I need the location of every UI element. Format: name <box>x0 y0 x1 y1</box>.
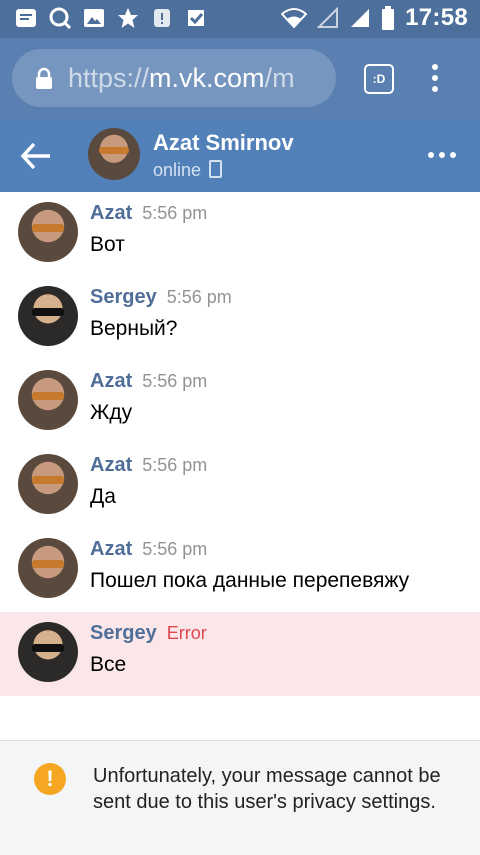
message-text: Вот <box>90 233 125 256</box>
address-bar[interactable]: https://m.vk.com/m <box>12 49 336 107</box>
avatar[interactable] <box>18 622 78 682</box>
author-name[interactable]: Azat <box>90 454 132 476</box>
avatar[interactable] <box>18 286 78 346</box>
system-icons: 17:58 <box>281 4 468 32</box>
star-icon <box>116 6 140 30</box>
message-text: Пошел пока данные перепевяжу <box>90 569 410 592</box>
message-item[interactable]: Azat 5:56 pm Пошел пока данные перепевяжу <box>0 528 480 612</box>
message-item[interactable]: Azat 5:56 pm Вот <box>0 192 480 276</box>
url-path: /m <box>264 62 295 93</box>
browser-menu-button[interactable] <box>430 64 440 94</box>
browser-toolbar: https://m.vk.com/m :D <box>0 38 480 120</box>
message-author: Azat 5:56 pm <box>90 370 207 393</box>
message-item-failed[interactable]: Sergey Error Все <box>0 612 480 696</box>
avatar[interactable] <box>18 454 78 514</box>
online-status-text: online <box>153 160 202 180</box>
status-bar: 17:58 <box>0 0 480 38</box>
chat-title[interactable]: Azat Smirnov <box>153 130 294 156</box>
message-text: Верный? <box>90 317 178 340</box>
message-item[interactable]: Sergey 5:56 pm Верный? <box>0 276 480 360</box>
message-time: 5:56 pm <box>166 287 232 307</box>
notice-text: Unfortunately, your message cannot be se… <box>93 765 441 813</box>
message-text: Да <box>90 485 116 508</box>
message-author: Azat 5:56 pm <box>90 454 207 477</box>
avatar[interactable] <box>18 538 78 598</box>
author-name[interactable]: Azat <box>90 538 132 560</box>
online-status: online <box>153 160 223 181</box>
message-author: Sergey Error <box>90 622 207 645</box>
image-icon <box>82 6 106 30</box>
privacy-notice: ! Unfortunately, your message cannot be … <box>0 740 480 855</box>
notification-icon <box>150 6 174 30</box>
check-icon <box>184 6 208 30</box>
message-time: 5:56 pm <box>142 539 208 559</box>
url-host: m.vk.com <box>149 62 265 93</box>
warning-icon: ! <box>34 763 66 795</box>
message-time: 5:56 pm <box>142 371 208 391</box>
wifi-icon <box>281 8 308 29</box>
notification-icons <box>14 6 208 30</box>
tab-switcher-button[interactable]: :D <box>364 64 394 94</box>
search-icon <box>48 6 72 30</box>
message-item[interactable]: Azat 5:56 pm Да <box>0 444 480 528</box>
message-author: Azat 5:56 pm <box>90 538 207 561</box>
message-author: Azat 5:56 pm <box>90 202 207 225</box>
avatar[interactable] <box>18 370 78 430</box>
signal-icon <box>317 7 339 28</box>
avatar[interactable] <box>18 202 78 262</box>
author-name[interactable]: Azat <box>90 202 132 224</box>
message-item[interactable]: Azat 5:56 pm Жду <box>0 360 480 444</box>
lock-icon <box>34 67 54 89</box>
clock: 17:58 <box>405 4 468 31</box>
error-label: Error <box>166 623 207 643</box>
message-list: Azat 5:56 pm Вот Sergey 5:56 pm Верный? Az… <box>0 192 480 696</box>
message-author: Sergey 5:56 pm <box>90 286 232 309</box>
author-name[interactable]: Sergey <box>90 286 157 308</box>
url-scheme: https:// <box>68 62 150 93</box>
more-options-icon[interactable] <box>428 152 456 158</box>
message-time: 5:56 pm <box>142 203 208 223</box>
back-arrow-icon[interactable] <box>20 142 52 170</box>
message-text: Все <box>90 653 127 676</box>
signal-icon <box>351 9 370 27</box>
message-icon <box>14 6 38 30</box>
chat-header: Azat Smirnov online <box>0 120 480 192</box>
url-text: https://m.vk.com/m <box>68 63 295 94</box>
avatar[interactable] <box>88 128 140 180</box>
message-time: 5:56 pm <box>142 455 208 475</box>
author-name[interactable]: Sergey <box>90 622 157 644</box>
message-text: Жду <box>90 401 133 424</box>
mobile-icon <box>209 160 223 178</box>
battery-icon <box>382 6 395 30</box>
author-name[interactable]: Azat <box>90 370 132 392</box>
